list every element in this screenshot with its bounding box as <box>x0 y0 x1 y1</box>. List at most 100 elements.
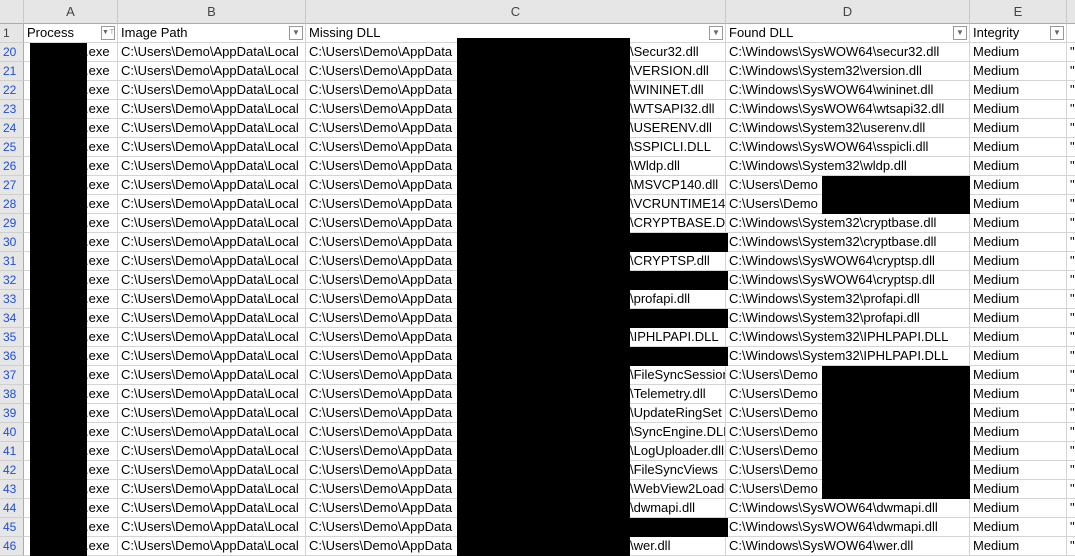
header-cell-e[interactable]: Integrity ▼ <box>970 24 1067 43</box>
cell-b[interactable]: C:\Users\Demo\AppData\Local <box>118 366 306 385</box>
cell-d[interactable]: C:\Windows\SysWOW64\secur32.dll <box>726 43 970 62</box>
row-number[interactable]: 32 <box>0 271 24 290</box>
cell-f[interactable]: " <box>1067 328 1075 347</box>
filter-dropdown-icon[interactable]: ▼ <box>953 26 967 40</box>
cell-f[interactable]: " <box>1067 347 1075 366</box>
cell-e[interactable]: Medium <box>970 233 1067 252</box>
cell-b[interactable]: C:\Users\Demo\AppData\Local <box>118 328 306 347</box>
cell-b[interactable]: C:\Users\Demo\AppData\Local <box>118 62 306 81</box>
row-number[interactable]: 31 <box>0 252 24 271</box>
row-number[interactable]: 27 <box>0 176 24 195</box>
cell-e[interactable]: Medium <box>970 328 1067 347</box>
cell-f[interactable]: " <box>1067 100 1075 119</box>
cell-b[interactable]: C:\Users\Demo\AppData\Local <box>118 290 306 309</box>
cell-e[interactable]: Medium <box>970 366 1067 385</box>
cell-f[interactable]: " <box>1067 157 1075 176</box>
cell-f[interactable]: " <box>1067 252 1075 271</box>
cell-b[interactable]: C:\Users\Demo\AppData\Local <box>118 138 306 157</box>
filter-dropdown-icon[interactable]: ▼ <box>1050 26 1064 40</box>
cell-e[interactable]: Medium <box>970 214 1067 233</box>
cell-e[interactable]: Medium <box>970 461 1067 480</box>
cell-f[interactable]: " <box>1067 385 1075 404</box>
row-number[interactable]: 34 <box>0 309 24 328</box>
cell-f[interactable]: " <box>1067 480 1075 499</box>
header-cell-d[interactable]: Found DLL ▼ <box>726 24 970 43</box>
cell-e[interactable]: Medium <box>970 347 1067 366</box>
cell-f[interactable]: " <box>1067 290 1075 309</box>
cell-e[interactable]: Medium <box>970 252 1067 271</box>
row-number[interactable]: 30 <box>0 233 24 252</box>
column-header-f[interactable] <box>1067 0 1075 24</box>
cell-f[interactable]: " <box>1067 461 1075 480</box>
cell-d[interactable]: C:\Windows\SysWOW64\wtsapi32.dll <box>726 100 970 119</box>
cell-d[interactable]: C:\Windows\SysWOW64\dwmapi.dll <box>726 518 970 537</box>
cell-d[interactable]: C:\Windows\System32\version.dll <box>726 62 970 81</box>
row-number[interactable]: 43 <box>0 480 24 499</box>
cell-b[interactable]: C:\Users\Demo\AppData\Local <box>118 252 306 271</box>
cell-b[interactable]: C:\Users\Demo\AppData\Local <box>118 347 306 366</box>
row-number[interactable]: 41 <box>0 442 24 461</box>
cell-d[interactable]: C:\Windows\System32\userenv.dll <box>726 119 970 138</box>
row-number[interactable]: 20 <box>0 43 24 62</box>
cell-b[interactable]: C:\Users\Demo\AppData\Local <box>118 233 306 252</box>
cell-b[interactable]: C:\Users\Demo\AppData\Local <box>118 195 306 214</box>
row-number[interactable]: 25 <box>0 138 24 157</box>
cell-b[interactable]: C:\Users\Demo\AppData\Local <box>118 442 306 461</box>
cell-b[interactable]: C:\Users\Demo\AppData\Local <box>118 385 306 404</box>
cell-b[interactable]: C:\Users\Demo\AppData\Local <box>118 404 306 423</box>
column-header-c[interactable]: C <box>306 0 726 24</box>
cell-d[interactable]: C:\Windows\System32\IPHLPAPI.DLL <box>726 328 970 347</box>
cell-e[interactable]: Medium <box>970 290 1067 309</box>
row-number[interactable]: 45 <box>0 518 24 537</box>
cell-d[interactable]: C:\Windows\System32\IPHLPAPI.DLL <box>726 347 970 366</box>
cell-b[interactable]: C:\Users\Demo\AppData\Local <box>118 309 306 328</box>
row-number[interactable]: 28 <box>0 195 24 214</box>
cell-b[interactable]: C:\Users\Demo\AppData\Local <box>118 214 306 233</box>
row-number[interactable]: 33 <box>0 290 24 309</box>
cell-e[interactable]: Medium <box>970 537 1067 556</box>
cell-d[interactable]: C:\Windows\System32\profapi.dll <box>726 290 970 309</box>
cell-d[interactable]: C:\Windows\SysWOW64\cryptsp.dll <box>726 252 970 271</box>
cell-f[interactable]: " <box>1067 138 1075 157</box>
cell-e[interactable]: Medium <box>970 404 1067 423</box>
cell-e[interactable]: Medium <box>970 157 1067 176</box>
cell-b[interactable]: C:\Users\Demo\AppData\Local <box>118 157 306 176</box>
cell-f[interactable]: " <box>1067 233 1075 252</box>
select-all-corner[interactable] <box>0 0 24 24</box>
cell-b[interactable]: C:\Users\Demo\AppData\Local <box>118 480 306 499</box>
cell-f[interactable]: " <box>1067 195 1075 214</box>
cell-d[interactable]: C:\Windows\SysWOW64\wininet.dll <box>726 81 970 100</box>
column-header-e[interactable]: E <box>970 0 1067 24</box>
cell-b[interactable]: C:\Users\Demo\AppData\Local <box>118 537 306 556</box>
cell-d[interactable]: C:\Windows\SysWOW64\dwmapi.dll <box>726 499 970 518</box>
cell-d[interactable]: C:\Windows\SysWOW64\wer.dll <box>726 537 970 556</box>
cell-f[interactable]: " <box>1067 518 1075 537</box>
cell-e[interactable]: Medium <box>970 100 1067 119</box>
cell-e[interactable]: Medium <box>970 499 1067 518</box>
row-number[interactable]: 24 <box>0 119 24 138</box>
filter-active-icon[interactable]: ▼⊤ <box>101 26 115 40</box>
cell-f[interactable]: " <box>1067 366 1075 385</box>
cell-f[interactable]: " <box>1067 309 1075 328</box>
cell-f[interactable]: " <box>1067 214 1075 233</box>
cell-f[interactable]: " <box>1067 423 1075 442</box>
cell-d[interactable]: C:\Windows\System32\wldp.dll <box>726 157 970 176</box>
cell-b[interactable]: C:\Users\Demo\AppData\Local <box>118 423 306 442</box>
cell-f[interactable]: " <box>1067 271 1075 290</box>
cell-d[interactable]: C:\Windows\System32\cryptbase.dll <box>726 214 970 233</box>
row-number[interactable]: 37 <box>0 366 24 385</box>
row-number[interactable]: 36 <box>0 347 24 366</box>
row-number[interactable]: 29 <box>0 214 24 233</box>
cell-b[interactable]: C:\Users\Demo\AppData\Local <box>118 461 306 480</box>
cell-e[interactable]: Medium <box>970 138 1067 157</box>
cell-e[interactable]: Medium <box>970 195 1067 214</box>
row-number[interactable]: 22 <box>0 81 24 100</box>
cell-e[interactable]: Medium <box>970 62 1067 81</box>
cell-e[interactable]: Medium <box>970 423 1067 442</box>
row-number[interactable]: 23 <box>0 100 24 119</box>
cell-e[interactable]: Medium <box>970 385 1067 404</box>
column-header-b[interactable]: B <box>118 0 306 24</box>
cell-f[interactable]: " <box>1067 81 1075 100</box>
cell-b[interactable]: C:\Users\Demo\AppData\Local <box>118 119 306 138</box>
cell-d[interactable]: C:\Windows\SysWOW64\cryptsp.dll <box>726 271 970 290</box>
